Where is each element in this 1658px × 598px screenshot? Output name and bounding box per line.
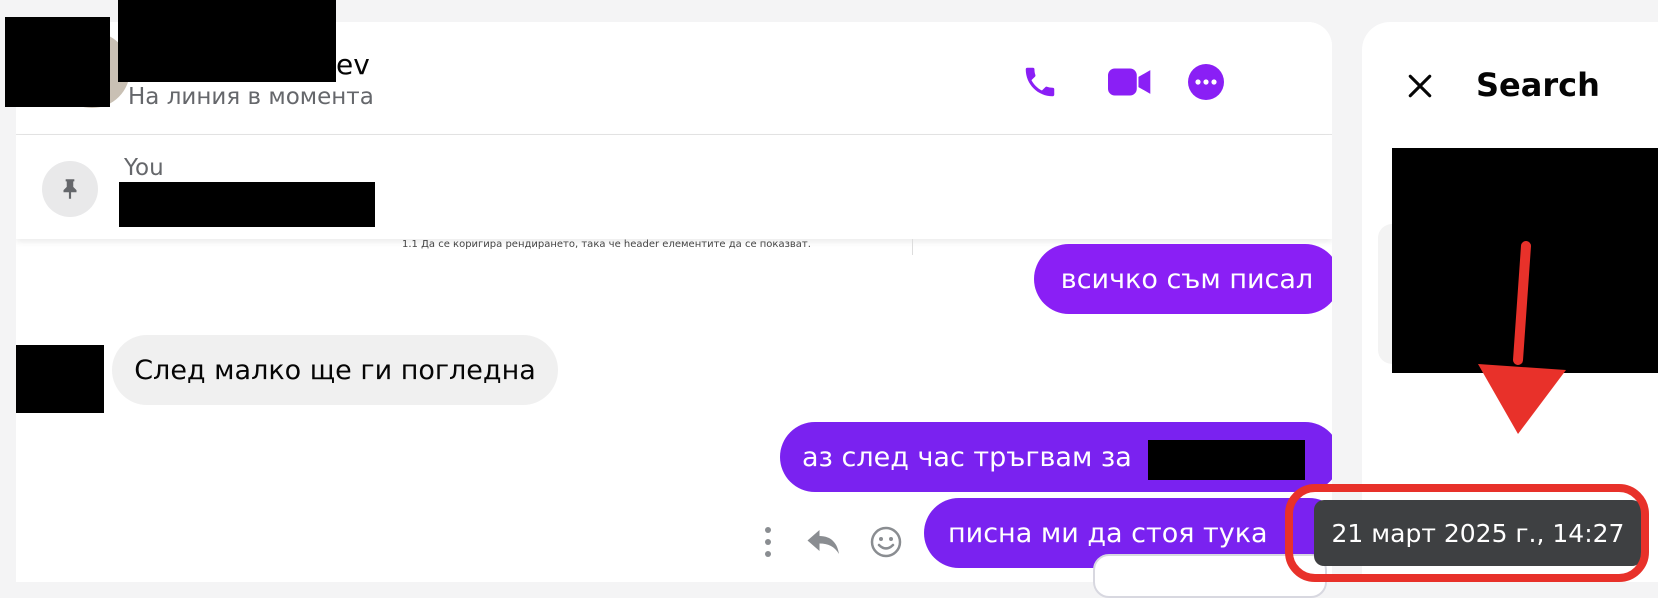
redaction-box	[1148, 440, 1305, 480]
more-vertical-icon	[765, 527, 771, 557]
search-title: Search	[1476, 66, 1600, 104]
close-icon	[1408, 74, 1432, 98]
redaction-box	[119, 182, 375, 227]
pin-button[interactable]	[42, 161, 98, 217]
more-actions-button[interactable]	[756, 522, 780, 562]
call-button[interactable]	[1016, 58, 1064, 106]
video-camera-icon	[1108, 68, 1151, 96]
contact-status: На линия в момента	[128, 84, 374, 110]
message-text: аз след час тръгвам за	[802, 441, 1132, 473]
pushpin-icon	[63, 179, 77, 199]
sender-avatar	[16, 345, 104, 413]
more-options-icon	[1188, 64, 1224, 100]
message-bubble-incoming[interactable]: След малко ще ги погледна	[112, 335, 558, 405]
preview-divider	[912, 239, 913, 255]
react-button[interactable]	[866, 522, 906, 562]
preview-text: 1.1 Да се коригира рендирането, така че …	[402, 239, 811, 250]
message-text: писна ми да стоя тука	[948, 517, 1268, 549]
emoji-react-icon	[870, 526, 902, 558]
video-call-button[interactable]	[1100, 58, 1160, 106]
message-text: След малко ще ги погледна	[134, 354, 536, 386]
chat-panel: ev На линия в момента You 1.1 Да се кори…	[16, 22, 1332, 582]
phone-icon	[1025, 67, 1055, 97]
annotation-highlight	[1285, 484, 1649, 582]
message-bubble-outgoing[interactable]: всичко съм писал	[1034, 244, 1332, 314]
more-options-button[interactable]	[1182, 58, 1230, 106]
redaction-box	[118, 0, 336, 82]
redaction-box	[5, 17, 110, 107]
message-text: всичко съм писал	[1060, 263, 1314, 295]
pinned-author: You	[124, 155, 164, 181]
reply-icon	[807, 530, 839, 554]
reply-button[interactable]	[802, 522, 846, 562]
contact-name[interactable]: ev	[336, 48, 370, 81]
search-close-button[interactable]	[1398, 64, 1442, 108]
annotation-arrow	[1478, 241, 1566, 434]
